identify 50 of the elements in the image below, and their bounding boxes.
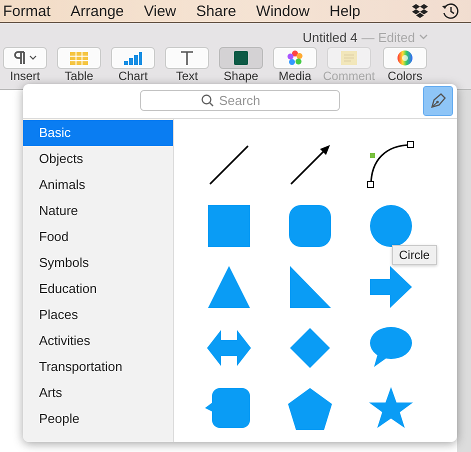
toolbar-label: Chart [118,69,148,83]
toolbar-label: Colors [388,69,422,83]
chart-button[interactable] [111,47,155,69]
toolbar-label: Media [278,69,312,83]
window-title: Untitled 4 [302,30,358,44]
color-wheel-icon [397,50,413,66]
search-field[interactable]: Search [140,90,340,111]
toolbar-label: Text [176,69,198,83]
insert-button[interactable] [3,47,47,69]
chevron-icon[interactable] [419,34,428,40]
text-icon [179,50,195,66]
category-item[interactable]: Food [23,224,173,250]
menu-item[interactable]: Format [3,2,51,20]
category-item[interactable]: Objects [23,146,173,172]
category-item[interactable]: Education [23,276,173,302]
category-item[interactable]: Transportation [23,354,173,380]
curve-shape[interactable] [366,140,416,190]
text-button[interactable] [165,47,209,69]
colors-button[interactable] [383,47,427,69]
photos-icon [287,50,303,66]
dropbox-icon[interactable] [411,3,429,19]
search-icon [201,94,214,107]
category-item[interactable]: Arts [23,380,173,406]
tooltip: Circle [392,245,437,265]
note-icon [341,51,357,65]
pen-tool-button[interactable] [423,86,453,116]
media-button[interactable] [273,47,317,69]
category-item[interactable]: Symbols [23,250,173,276]
toolbar-label: Insert [10,69,40,83]
menu-item[interactable]: Share [196,2,236,20]
menu-item[interactable]: Window [256,2,310,20]
table-icon [70,52,88,64]
category-item[interactable]: Basic [23,120,173,146]
table-button[interactable] [57,47,101,69]
toolbar-label: Comment [323,69,376,83]
shape-button[interactable] [219,47,263,69]
category-item[interactable]: Nature [23,198,173,224]
category-item[interactable]: Animals [23,172,173,198]
menu-item[interactable]: View [144,2,176,20]
pen-icon [428,91,448,111]
menu-item[interactable]: Help [330,2,360,20]
history-clock-icon[interactable] [441,2,459,20]
category-item[interactable]: Places [23,302,173,328]
category-item[interactable]: People [23,406,173,432]
toolbar-label: Table [64,69,94,83]
bar-chart-icon [124,51,142,65]
toolbar-label: Shape [224,69,258,83]
menu-item[interactable]: Arrange [70,2,124,20]
category-item[interactable]: Activities [23,328,173,354]
square-icon [234,51,248,65]
